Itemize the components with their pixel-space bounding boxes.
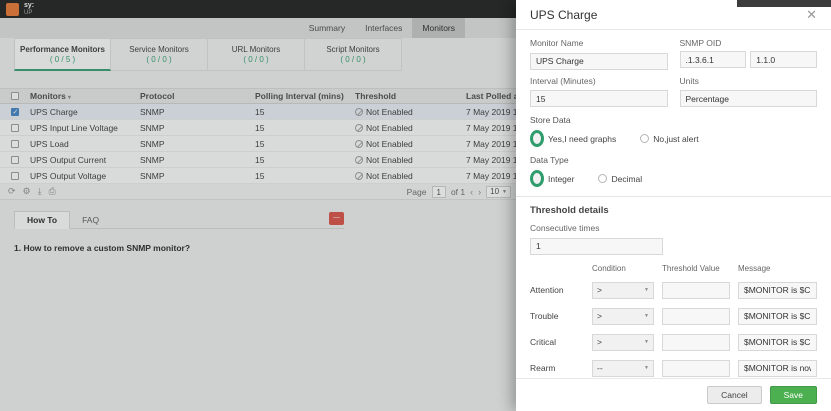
monitor-edit-panel: UPS Charge ✕ Monitor Name SNMP OID Inter… xyxy=(516,0,831,411)
critical-threshold-input[interactable] xyxy=(662,333,730,351)
radio-selected-icon xyxy=(530,130,544,147)
condition-value: > xyxy=(597,285,602,295)
threshold-details-heading: Threshold details xyxy=(530,205,609,216)
save-button[interactable]: Save xyxy=(769,386,817,404)
trouble-message-input[interactable] xyxy=(738,307,817,325)
monitor-name-input[interactable] xyxy=(530,52,668,70)
snmp-oid-label: SNMP OID xyxy=(679,38,722,48)
radio-yes-need-graphs[interactable]: Yes,I need graphs xyxy=(530,130,616,147)
chevron-down-icon: ▼ xyxy=(644,287,649,293)
radio-selected-icon xyxy=(530,170,544,187)
attention-threshold-input[interactable] xyxy=(662,281,730,299)
chevron-down-icon: ▼ xyxy=(644,339,649,345)
radio-decimal[interactable]: Decimal xyxy=(598,170,642,187)
units-label: Units xyxy=(679,75,699,86)
threshold-value-column-label: Threshold Value xyxy=(662,263,720,273)
critical-message-input[interactable] xyxy=(738,333,817,351)
threshold-table-header: Condition Threshold Value Message xyxy=(530,264,817,273)
interval-label: Interval (Minutes) xyxy=(530,75,596,86)
condition-value: > xyxy=(597,311,602,321)
attention-label: Attention xyxy=(530,285,564,295)
condition-column-label: Condition xyxy=(592,263,626,273)
critical-label: Critical xyxy=(530,337,556,347)
radio-icon xyxy=(640,134,650,143)
radio-no-just-alert[interactable]: No,just alert xyxy=(640,130,699,147)
monitor-name-label: Monitor Name xyxy=(530,38,584,48)
chevron-down-icon: ▼ xyxy=(644,365,649,371)
condition-value: > xyxy=(597,337,602,347)
threshold-row-trouble: Trouble > ▼ xyxy=(530,307,817,325)
panel-title: UPS Charge xyxy=(530,7,598,22)
threshold-row-rearm: Rearm -- ▼ xyxy=(530,359,817,377)
data-type-label: Data Type xyxy=(530,155,569,165)
trouble-threshold-input[interactable] xyxy=(662,307,730,325)
units-input[interactable] xyxy=(679,90,817,107)
trouble-condition-select[interactable]: > ▼ xyxy=(592,307,654,325)
section-divider xyxy=(516,196,831,197)
threshold-row-attention: Attention > ▼ xyxy=(530,281,817,299)
chevron-down-icon: ▼ xyxy=(644,313,649,319)
consecutive-times-input[interactable] xyxy=(530,237,663,255)
radio-integer[interactable]: Integer xyxy=(530,170,574,187)
trouble-label: Trouble xyxy=(530,311,559,321)
radio-label: Yes,I need graphs xyxy=(548,133,617,144)
radio-label: Decimal xyxy=(611,173,643,184)
app: sy: UP Summary Interfaces Monitors Perfo… xyxy=(0,0,831,411)
rearm-condition-select[interactable]: -- ▼ xyxy=(592,359,654,377)
attention-condition-select[interactable]: > ▼ xyxy=(592,281,654,299)
consecutive-times-label: Consecutive times xyxy=(530,223,600,233)
panel-footer: Cancel Save xyxy=(516,378,831,411)
rearm-message-input[interactable] xyxy=(738,359,817,377)
panel-body: Monitor Name SNMP OID Interval (Minutes)… xyxy=(516,30,831,377)
condition-value: -- xyxy=(597,363,603,373)
rearm-threshold-input[interactable] xyxy=(662,359,730,377)
critical-condition-select[interactable]: > ▼ xyxy=(592,333,654,351)
radio-label: No,just alert xyxy=(653,133,699,144)
message-column-label: Message xyxy=(738,263,771,273)
threshold-row-critical: Critical > ▼ xyxy=(530,333,817,351)
radio-icon xyxy=(598,174,608,183)
rearm-label: Rearm xyxy=(530,363,556,373)
attention-message-input[interactable] xyxy=(738,281,817,299)
radio-label: Integer xyxy=(548,173,575,184)
close-icon[interactable]: ✕ xyxy=(806,8,817,21)
snmp-oid-suffix-input[interactable] xyxy=(750,51,817,68)
interval-input[interactable] xyxy=(530,90,668,107)
snmp-oid-base-input[interactable] xyxy=(679,51,747,68)
cancel-button[interactable]: Cancel xyxy=(707,386,762,404)
store-data-label: Store Data xyxy=(530,115,571,125)
window-strip xyxy=(737,0,831,7)
